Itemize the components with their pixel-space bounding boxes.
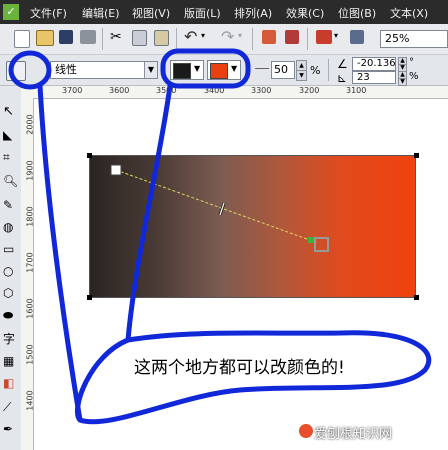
crop-tool-icon[interactable]: ⌗ <box>3 150 18 165</box>
eyedropper-tool-icon[interactable]: ⟋ <box>3 400 18 415</box>
menu-effects[interactable]: 效果(C) <box>286 5 324 21</box>
ellipse-tool-icon[interactable]: ○ <box>3 264 18 279</box>
menu-arrange[interactable]: 排列(A) <box>234 5 272 21</box>
gradient-filled-rectangle[interactable] <box>89 155 416 298</box>
standard-toolbar: ✂ ↶ ▾ ↷ ▾ ▾ 25% <box>0 24 448 55</box>
export-icon[interactable] <box>285 30 299 44</box>
outline-tool-icon[interactable]: ✒ <box>3 422 18 437</box>
edge-pad-input[interactable]: 23 <box>352 71 396 84</box>
zoom-level-value: 25% <box>385 32 410 45</box>
midpoint-spin-down[interactable]: ▼ <box>296 70 307 81</box>
interactive-fill-icon[interactable] <box>6 61 26 81</box>
ruler-tick-label: 2000 <box>25 114 34 135</box>
selection-handle[interactable] <box>414 295 419 300</box>
ruler-tick-label: 3100 <box>346 86 367 95</box>
welcome-screen-icon[interactable] <box>350 30 364 44</box>
annotation-text: 这两个地方都可以改颜色的! <box>134 358 345 378</box>
angle-value: -20.136 <box>357 58 396 69</box>
toolbar-separator <box>102 28 103 50</box>
ruler-tick-label: 1900 <box>25 160 34 181</box>
edge-pad-icon: ⊾ <box>337 71 348 85</box>
midpoint-value: 50 <box>274 63 288 76</box>
toolbar-separator <box>252 28 253 50</box>
freehand-tool-icon[interactable]: ✎ <box>3 198 18 213</box>
ruler-tick-label: 1500 <box>25 344 34 365</box>
angle-input[interactable]: -20.136 <box>352 57 396 71</box>
selection-handle[interactable] <box>414 153 419 158</box>
undo-dropdown-icon[interactable]: ▾ <box>201 31 205 40</box>
angle-unit: ° <box>409 57 414 68</box>
chevron-down-icon: ▼ <box>231 64 238 73</box>
menu-bar: ✓ 文件(F) 编辑(E) 视图(V) 版面(L) 排列(A) 效果(C) 位图… <box>0 0 448 24</box>
edge-pad-spin-down[interactable]: ▼ <box>398 78 407 86</box>
undo-icon[interactable]: ↶ <box>184 27 197 46</box>
midpoint-slider-icon[interactable] <box>255 68 269 69</box>
print-icon[interactable] <box>80 30 96 44</box>
edge-pad-unit: % <box>409 71 419 82</box>
shape-tool-icon[interactable]: ◣ <box>3 128 18 143</box>
end-color-swatch <box>210 63 228 79</box>
ruler-tick-label: 3700 <box>62 86 83 95</box>
menu-layout[interactable]: 版面(L) <box>184 5 221 21</box>
ruler-tick-label: 1400 <box>25 390 34 411</box>
property-bar: 线性 ▼ ▼ ▼ 50 ▲ ▼ % ∠ -20.136 ▲ ▼ ° ⊾ 23 ▲… <box>0 55 448 86</box>
edge-pad-value: 23 <box>357 72 370 83</box>
start-color-picker[interactable]: ▼ <box>170 60 204 80</box>
application-launcher-icon[interactable] <box>316 30 332 44</box>
open-folder-icon[interactable] <box>36 30 54 46</box>
midpoint-input[interactable]: 50 <box>271 61 295 79</box>
zoom-level-dropdown[interactable]: 25% <box>380 30 448 48</box>
menu-edit[interactable]: 编辑(E) <box>82 5 120 21</box>
text-tool-icon[interactable]: 字 <box>3 330 18 346</box>
toolbar-separator <box>176 28 177 50</box>
ruler-tick-label: 3600 <box>109 86 130 95</box>
fill-type-dropdown[interactable]: 线性 ▼ <box>50 61 158 79</box>
basic-shapes-tool-icon[interactable]: ⬬ <box>3 308 18 323</box>
selection-handle[interactable] <box>87 153 92 158</box>
toolbox: ↖ ◣ ⌗ 🔍︎ ✎ ◍ ▭ ○ ⬡ ⬬ 字 ▦ ◧ ⟋ ✒ <box>0 86 22 450</box>
paste-icon[interactable] <box>154 30 169 46</box>
ruler-tick-label: 3200 <box>299 86 320 95</box>
angle-icon: ∠ <box>337 57 348 71</box>
table-tool-icon[interactable]: ▦ <box>3 354 18 369</box>
menu-text[interactable]: 文本(X) <box>390 5 428 21</box>
menu-view[interactable]: 视图(V) <box>132 5 170 21</box>
ruler-tick-label: 3300 <box>251 86 272 95</box>
selection-handle[interactable] <box>87 295 92 300</box>
rectangle-tool-icon[interactable]: ▭ <box>3 242 18 257</box>
horizontal-ruler: 3700 3600 3500 3400 3300 3200 3100 <box>21 86 448 99</box>
copy-icon[interactable] <box>132 30 147 46</box>
app-icon[interactable]: ✓ <box>3 4 19 20</box>
polygon-tool-icon[interactable]: ⬡ <box>3 286 18 301</box>
redo-icon[interactable]: ↷ <box>221 27 234 46</box>
chevron-down-icon: ▼ <box>194 64 201 73</box>
launcher-dropdown-icon[interactable]: ▾ <box>334 31 338 40</box>
end-color-picker[interactable]: ▼ <box>207 60 241 80</box>
ruler-tick-label: 3500 <box>156 86 177 95</box>
save-icon[interactable] <box>59 30 73 44</box>
ruler-tick-label: 1700 <box>25 252 34 273</box>
redo-dropdown-icon[interactable]: ▾ <box>238 31 242 40</box>
import-icon[interactable] <box>262 30 276 44</box>
ruler-tick-label: 3400 <box>204 86 225 95</box>
toolbar-separator <box>307 28 308 50</box>
toolbar-separator <box>328 59 329 81</box>
start-color-swatch <box>173 63 191 79</box>
menu-bitmaps[interactable]: 位图(B) <box>338 5 376 21</box>
zoom-tool-icon[interactable]: 🔍︎ <box>3 174 18 189</box>
new-document-icon[interactable] <box>14 30 30 48</box>
menu-file[interactable]: 文件(F) <box>30 5 67 21</box>
watermark-text: 爱刨根知识网 <box>314 427 393 442</box>
vertical-ruler: 2000 1900 1800 1700 1600 1500 1400 <box>21 98 34 450</box>
smart-fill-tool-icon[interactable]: ◍ <box>3 220 18 235</box>
interactive-blend-tool-icon[interactable]: ◧ <box>3 376 18 391</box>
ruler-tick-label: 1600 <box>25 298 34 319</box>
pick-tool-icon[interactable]: ↖ <box>3 104 18 119</box>
cut-icon[interactable]: ✂ <box>110 29 122 45</box>
ruler-tick-label: 1800 <box>25 206 34 227</box>
chevron-down-icon: ▼ <box>144 62 157 78</box>
midpoint-unit: % <box>310 64 321 77</box>
fill-type-value: 线性 <box>55 63 77 76</box>
watermark-logo-icon <box>298 423 314 439</box>
